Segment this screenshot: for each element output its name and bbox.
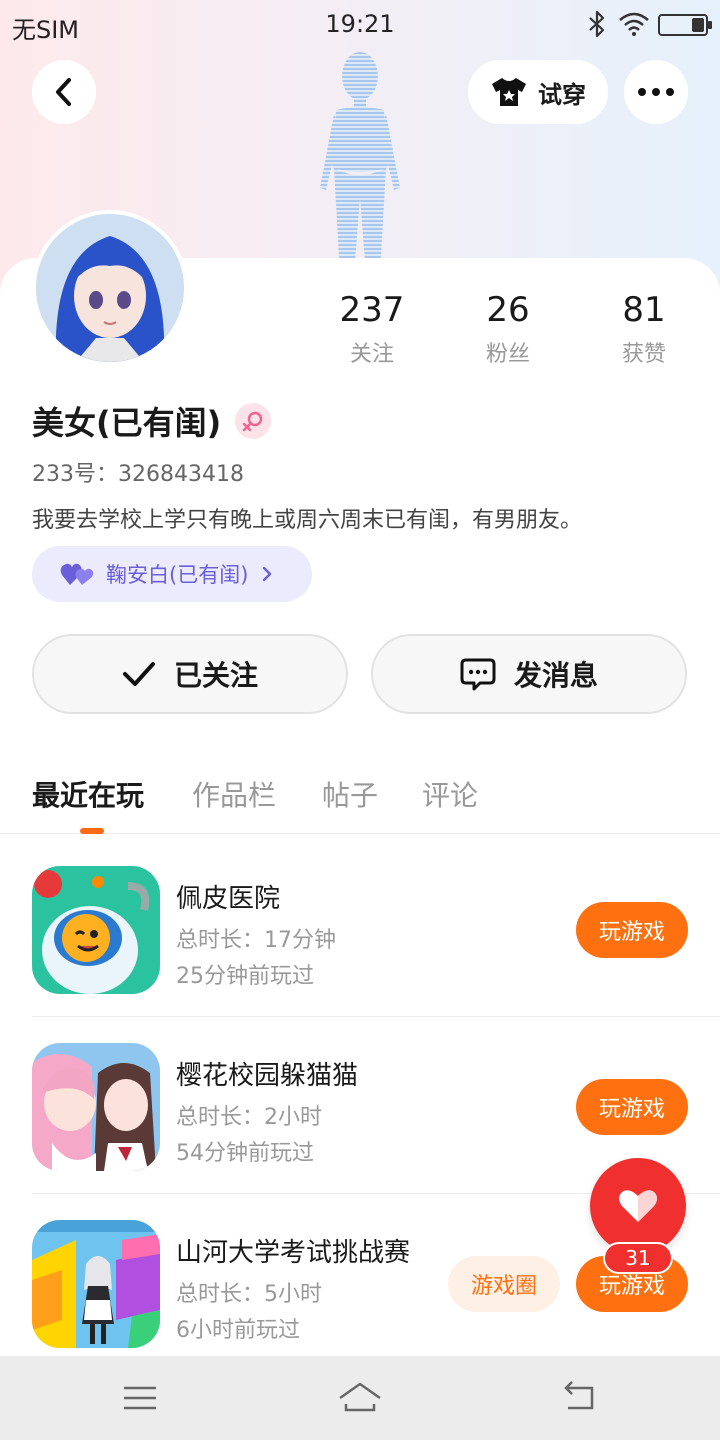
play-game-button[interactable]: 玩游戏 [576,902,688,958]
stat-fans-value: 26 [486,290,530,330]
profile-name: 美女(已有闺) [32,404,222,442]
followed-label: 已关注 [173,659,258,692]
status-bar: 无SIM 19:21 [0,0,720,50]
more-button[interactable] [624,60,688,124]
more-dots-icon [638,88,674,96]
stat-following-label: 关注 [349,342,394,367]
game-icon-pepi-hospital [32,866,160,994]
stat-fans[interactable]: 26 粉丝 [438,290,578,368]
double-heart-icon [60,563,94,585]
back-nav-icon[interactable] [560,1378,600,1418]
tab-posts[interactable]: 帖子 [322,774,378,814]
stat-following[interactable]: 237 关注 [302,290,442,368]
stat-likes-value: 81 [622,290,666,330]
name-row: 美女(已有闺) [32,398,272,444]
battery-icon [658,14,712,36]
stat-likes-label: 获赞 [621,342,666,367]
chevron-left-icon [56,78,71,106]
try-on-button[interactable]: 试穿 [468,60,608,124]
relation-label: 鞠安白(已有闺) [106,563,249,587]
checkmark-icon [122,662,155,686]
clock: 19:21 [325,10,395,38]
back-button[interactable] [32,60,96,124]
game-duration: 总时长：2小时 [176,1105,322,1130]
try-on-label: 试穿 [538,80,586,109]
like-button[interactable] [590,1158,686,1254]
list-item[interactable]: 佩皮医院 总时长：17分钟 25分钟前玩过 玩游戏 [32,840,720,1017]
wifi-icon [619,12,649,36]
game-last-played: 54分钟前玩过 [176,1141,314,1166]
chevron-right-icon [263,566,272,582]
stat-likes[interactable]: 81 获赞 [574,290,714,368]
avatar[interactable] [32,210,188,366]
game-last-played: 25分钟前玩过 [176,964,314,989]
profile-bio: 我要去学校上学只有晚上或周六周末已有闺，有男朋友。 [32,508,583,533]
avatar-figure-illustration [320,52,400,274]
avatar-illustration [36,214,184,362]
bluetooth-icon [589,10,605,38]
send-message-button[interactable]: 发消息 [371,634,687,714]
menu-icon[interactable] [120,1378,160,1418]
tshirt-icon [492,78,526,106]
heart-icon [619,1190,657,1222]
game-duration: 总时长：17分钟 [176,928,336,953]
stat-following-value: 237 [339,290,405,330]
tab-comments[interactable]: 评论 [422,774,478,814]
game-title: 樱花校园躲猫猫 [176,1061,359,1091]
game-circle-button[interactable]: 游戏圈 [448,1256,560,1312]
game-last-played: 6小时前玩过 [176,1318,300,1343]
stat-fans-label: 粉丝 [485,342,530,367]
game-title: 佩皮医院 [176,884,281,914]
home-icon[interactable] [336,1378,384,1418]
relation-chip[interactable]: 鞠安白(已有闺) [32,546,312,602]
chat-bubble-icon [460,658,496,691]
female-gender-icon [235,403,272,439]
tab-indicator [80,828,104,834]
tab-recently-played[interactable]: 最近在玩 [32,774,144,814]
play-game-button[interactable]: 玩游戏 [576,1079,688,1135]
game-title: 山河大学考试挑战赛 [176,1238,411,1268]
followed-button[interactable]: 已关注 [32,634,348,714]
game-duration: 总时长：5小时 [176,1282,322,1307]
tab-works[interactable]: 作品栏 [192,774,276,814]
user-id: 233号：326843418 [32,462,244,487]
game-icon-shanhe-university [32,1220,160,1348]
like-count-badge: 31 [603,1242,673,1274]
content-tabs: 最近在玩 作品栏 帖子 评论 [0,768,720,834]
send-message-label: 发消息 [513,659,598,692]
game-icon-sakura-school [32,1043,160,1171]
system-nav-bar [0,1356,720,1440]
